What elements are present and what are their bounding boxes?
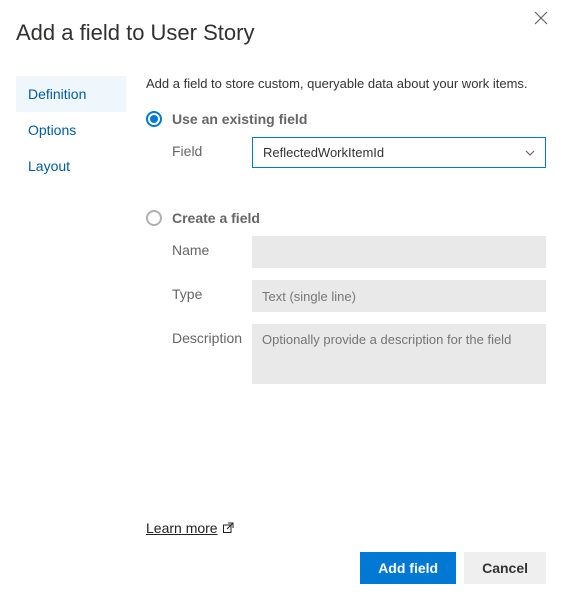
cancel-button[interactable]: Cancel (464, 552, 546, 584)
type-label: Type (172, 280, 252, 302)
description-label: Description (172, 324, 252, 346)
add-field-button[interactable]: Add field (360, 552, 456, 584)
radio-use-existing-label: Use an existing field (172, 111, 307, 127)
sidebar: Definition Options Layout (16, 76, 126, 536)
sidebar-item-label: Options (28, 122, 76, 138)
radio-create-field[interactable] (146, 210, 162, 226)
external-link-icon (222, 522, 234, 534)
type-input[interactable] (252, 280, 546, 312)
radio-use-existing[interactable] (146, 111, 162, 127)
field-label: Field (172, 137, 252, 159)
learn-more-label: Learn more (146, 520, 218, 536)
dialog-title: Add a field to User Story (16, 20, 546, 46)
radio-create-field-label: Create a field (172, 210, 260, 226)
name-input[interactable] (252, 236, 546, 268)
field-dropdown-value: ReflectedWorkItemId (263, 145, 384, 160)
field-dropdown[interactable]: ReflectedWorkItemId (252, 137, 546, 168)
sidebar-item-options[interactable]: Options (16, 112, 126, 148)
learn-more-link[interactable]: Learn more (146, 520, 546, 536)
sidebar-item-label: Layout (28, 158, 70, 174)
sidebar-item-definition[interactable]: Definition (16, 76, 126, 112)
sidebar-item-layout[interactable]: Layout (16, 148, 126, 184)
close-button[interactable] (534, 10, 548, 28)
intro-text: Add a field to store custom, queryable d… (146, 76, 546, 91)
name-label: Name (172, 236, 252, 258)
description-input[interactable] (252, 324, 546, 384)
close-icon (534, 11, 548, 25)
chevron-down-icon (525, 148, 535, 158)
sidebar-item-label: Definition (28, 86, 86, 102)
